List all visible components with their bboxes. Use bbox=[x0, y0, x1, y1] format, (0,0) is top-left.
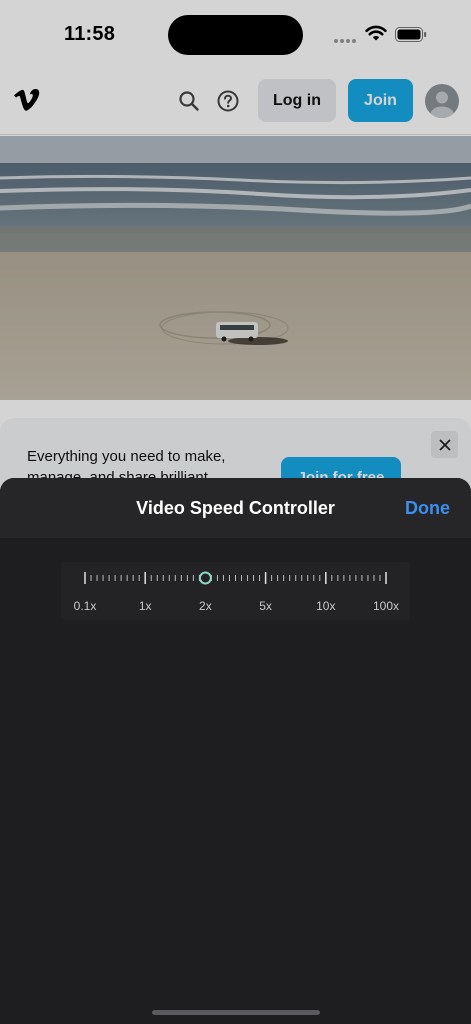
speed-slider[interactable]: 0.1x 1x 2x 5x 10x 100x bbox=[61, 562, 410, 620]
speed-label: 1x bbox=[138, 599, 152, 613]
sheet-title: Video Speed Controller bbox=[136, 498, 335, 518]
speed-label: 0.1x bbox=[73, 599, 97, 613]
home-indicator bbox=[152, 1010, 320, 1015]
speed-slider-track[interactable] bbox=[84, 568, 387, 588]
speed-label: 100x bbox=[372, 599, 400, 613]
video-speed-controller-sheet: Video Speed Controller Done 0.1x 1x 2x 5x 10… bbox=[0, 478, 471, 1024]
speed-label: 5x bbox=[259, 599, 272, 613]
done-button[interactable]: Done bbox=[405, 498, 450, 519]
speed-label: 10x bbox=[316, 599, 336, 613]
sheet-header: Video Speed Controller Done bbox=[0, 478, 471, 538]
slider-thumb[interactable] bbox=[198, 571, 212, 585]
speed-label: 2x bbox=[199, 599, 212, 613]
